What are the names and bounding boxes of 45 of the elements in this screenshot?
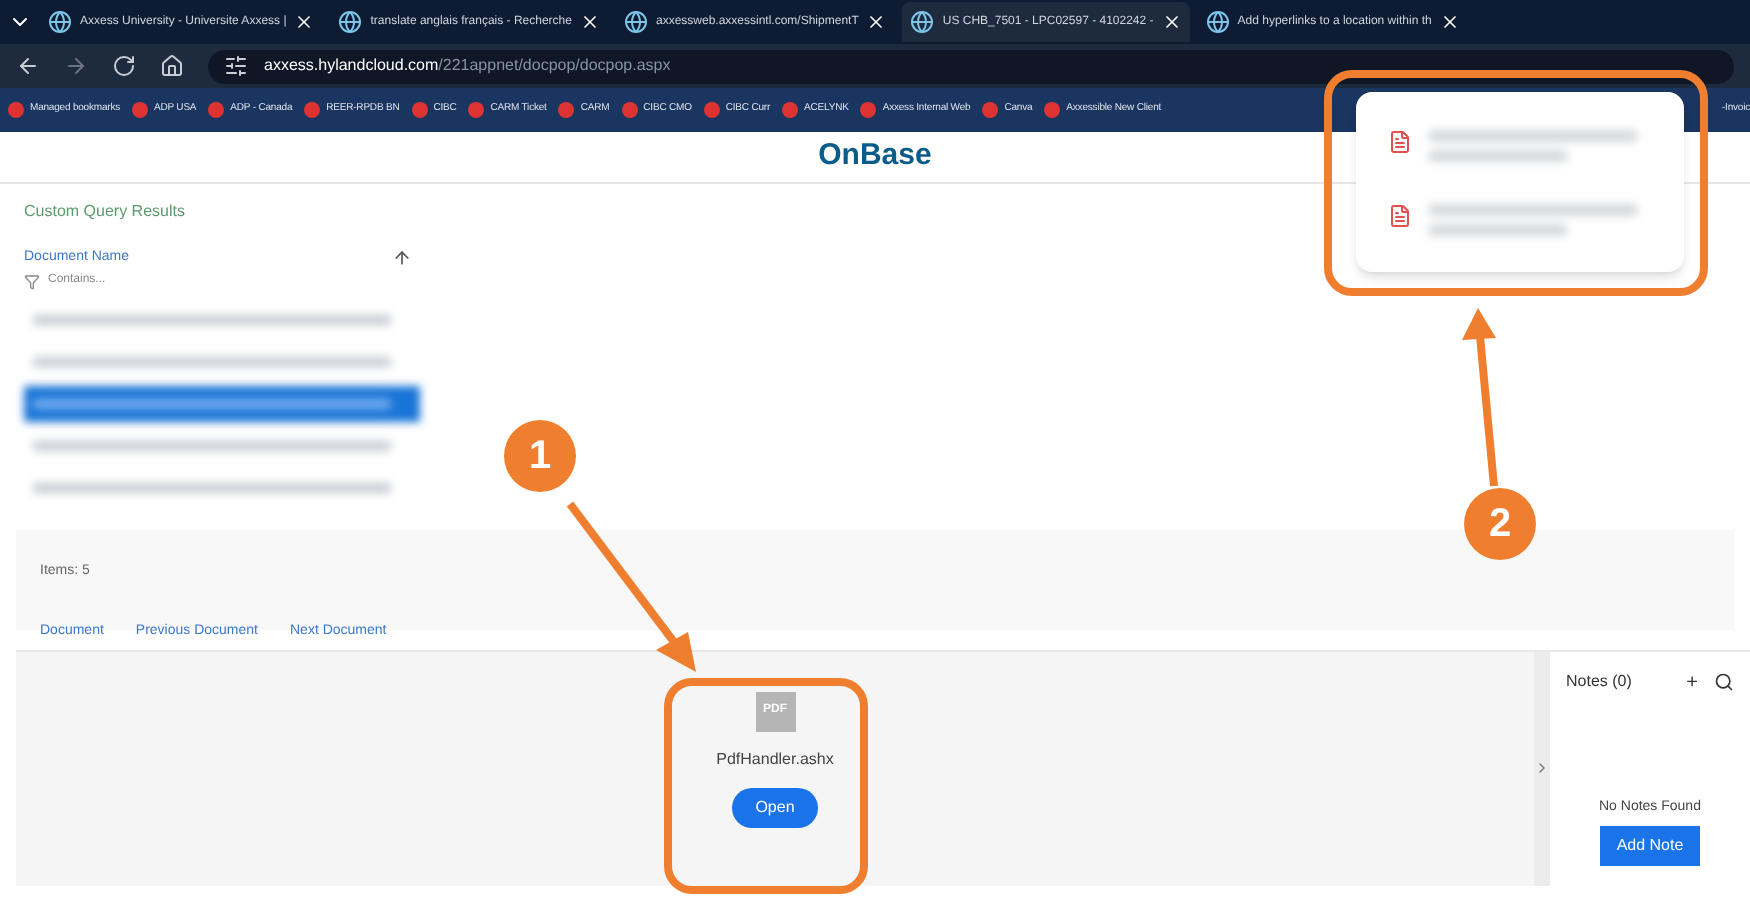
add-note-button[interactable]: Add Note bbox=[1600, 826, 1700, 866]
pdf-icon bbox=[1388, 203, 1412, 227]
pdf-icon bbox=[1388, 129, 1412, 153]
sort-icon[interactable] bbox=[392, 248, 412, 269]
bookmark-favicon-icon bbox=[8, 102, 24, 118]
file-name: PdfHandler.ashx bbox=[716, 747, 834, 771]
collapse-handle[interactable] bbox=[1534, 651, 1550, 885]
tab-favicon-icon bbox=[1205, 10, 1230, 34]
close-icon[interactable] bbox=[1439, 12, 1460, 32]
section-title: Custom Query Results bbox=[24, 200, 185, 224]
tab-favicon-icon bbox=[623, 10, 648, 34]
close-icon[interactable] bbox=[294, 12, 315, 32]
address-bar[interactable]: axxess.hylandcloud.com/221appnet/docpop/docpop.aspx bbox=[208, 49, 1734, 83]
bookmark-favicon-icon bbox=[782, 102, 799, 118]
bookmark-favicon-icon bbox=[860, 102, 877, 118]
bookmark-favicon-icon bbox=[703, 102, 720, 118]
onbase-logo: OnBase bbox=[818, 136, 932, 177]
reload-icon[interactable] bbox=[112, 54, 136, 78]
add-note-link[interactable]: + bbox=[1686, 667, 1698, 697]
tab-favicon-icon bbox=[910, 10, 935, 34]
callout-badge: 2 bbox=[1464, 488, 1536, 560]
search-icon[interactable] bbox=[1714, 672, 1734, 692]
callout-badge: 1 bbox=[504, 420, 576, 492]
bookmark-favicon-icon bbox=[468, 102, 485, 118]
close-icon[interactable] bbox=[1161, 12, 1182, 32]
close-icon[interactable] bbox=[866, 12, 887, 32]
bookmark-favicon-icon bbox=[132, 102, 148, 118]
bookmark-favicon-icon bbox=[208, 102, 225, 118]
notes-title: Notes (0) bbox=[1566, 670, 1634, 694]
home-icon[interactable] bbox=[160, 54, 184, 78]
site-settings-icon[interactable] bbox=[224, 54, 248, 78]
close-icon[interactable] bbox=[579, 12, 600, 32]
bookmark-favicon-icon bbox=[411, 102, 428, 118]
url-text: axxess.hylandcloud.com/221appnet/docpop/docpop.aspx bbox=[264, 54, 671, 78]
bookmark-favicon-icon bbox=[304, 102, 321, 118]
bookmark-favicon-icon bbox=[1044, 102, 1061, 118]
bookmark-favicon-icon bbox=[621, 102, 638, 118]
filter-icon bbox=[24, 273, 40, 289]
bookmark-favicon-icon bbox=[558, 102, 575, 118]
forward-icon[interactable] bbox=[64, 54, 88, 78]
open-button[interactable]: Open bbox=[731, 787, 819, 827]
tab-favicon-icon bbox=[48, 10, 72, 34]
back-icon[interactable] bbox=[16, 54, 40, 78]
bookmark-favicon-icon bbox=[982, 102, 999, 118]
tab-favicon-icon bbox=[338, 10, 363, 34]
